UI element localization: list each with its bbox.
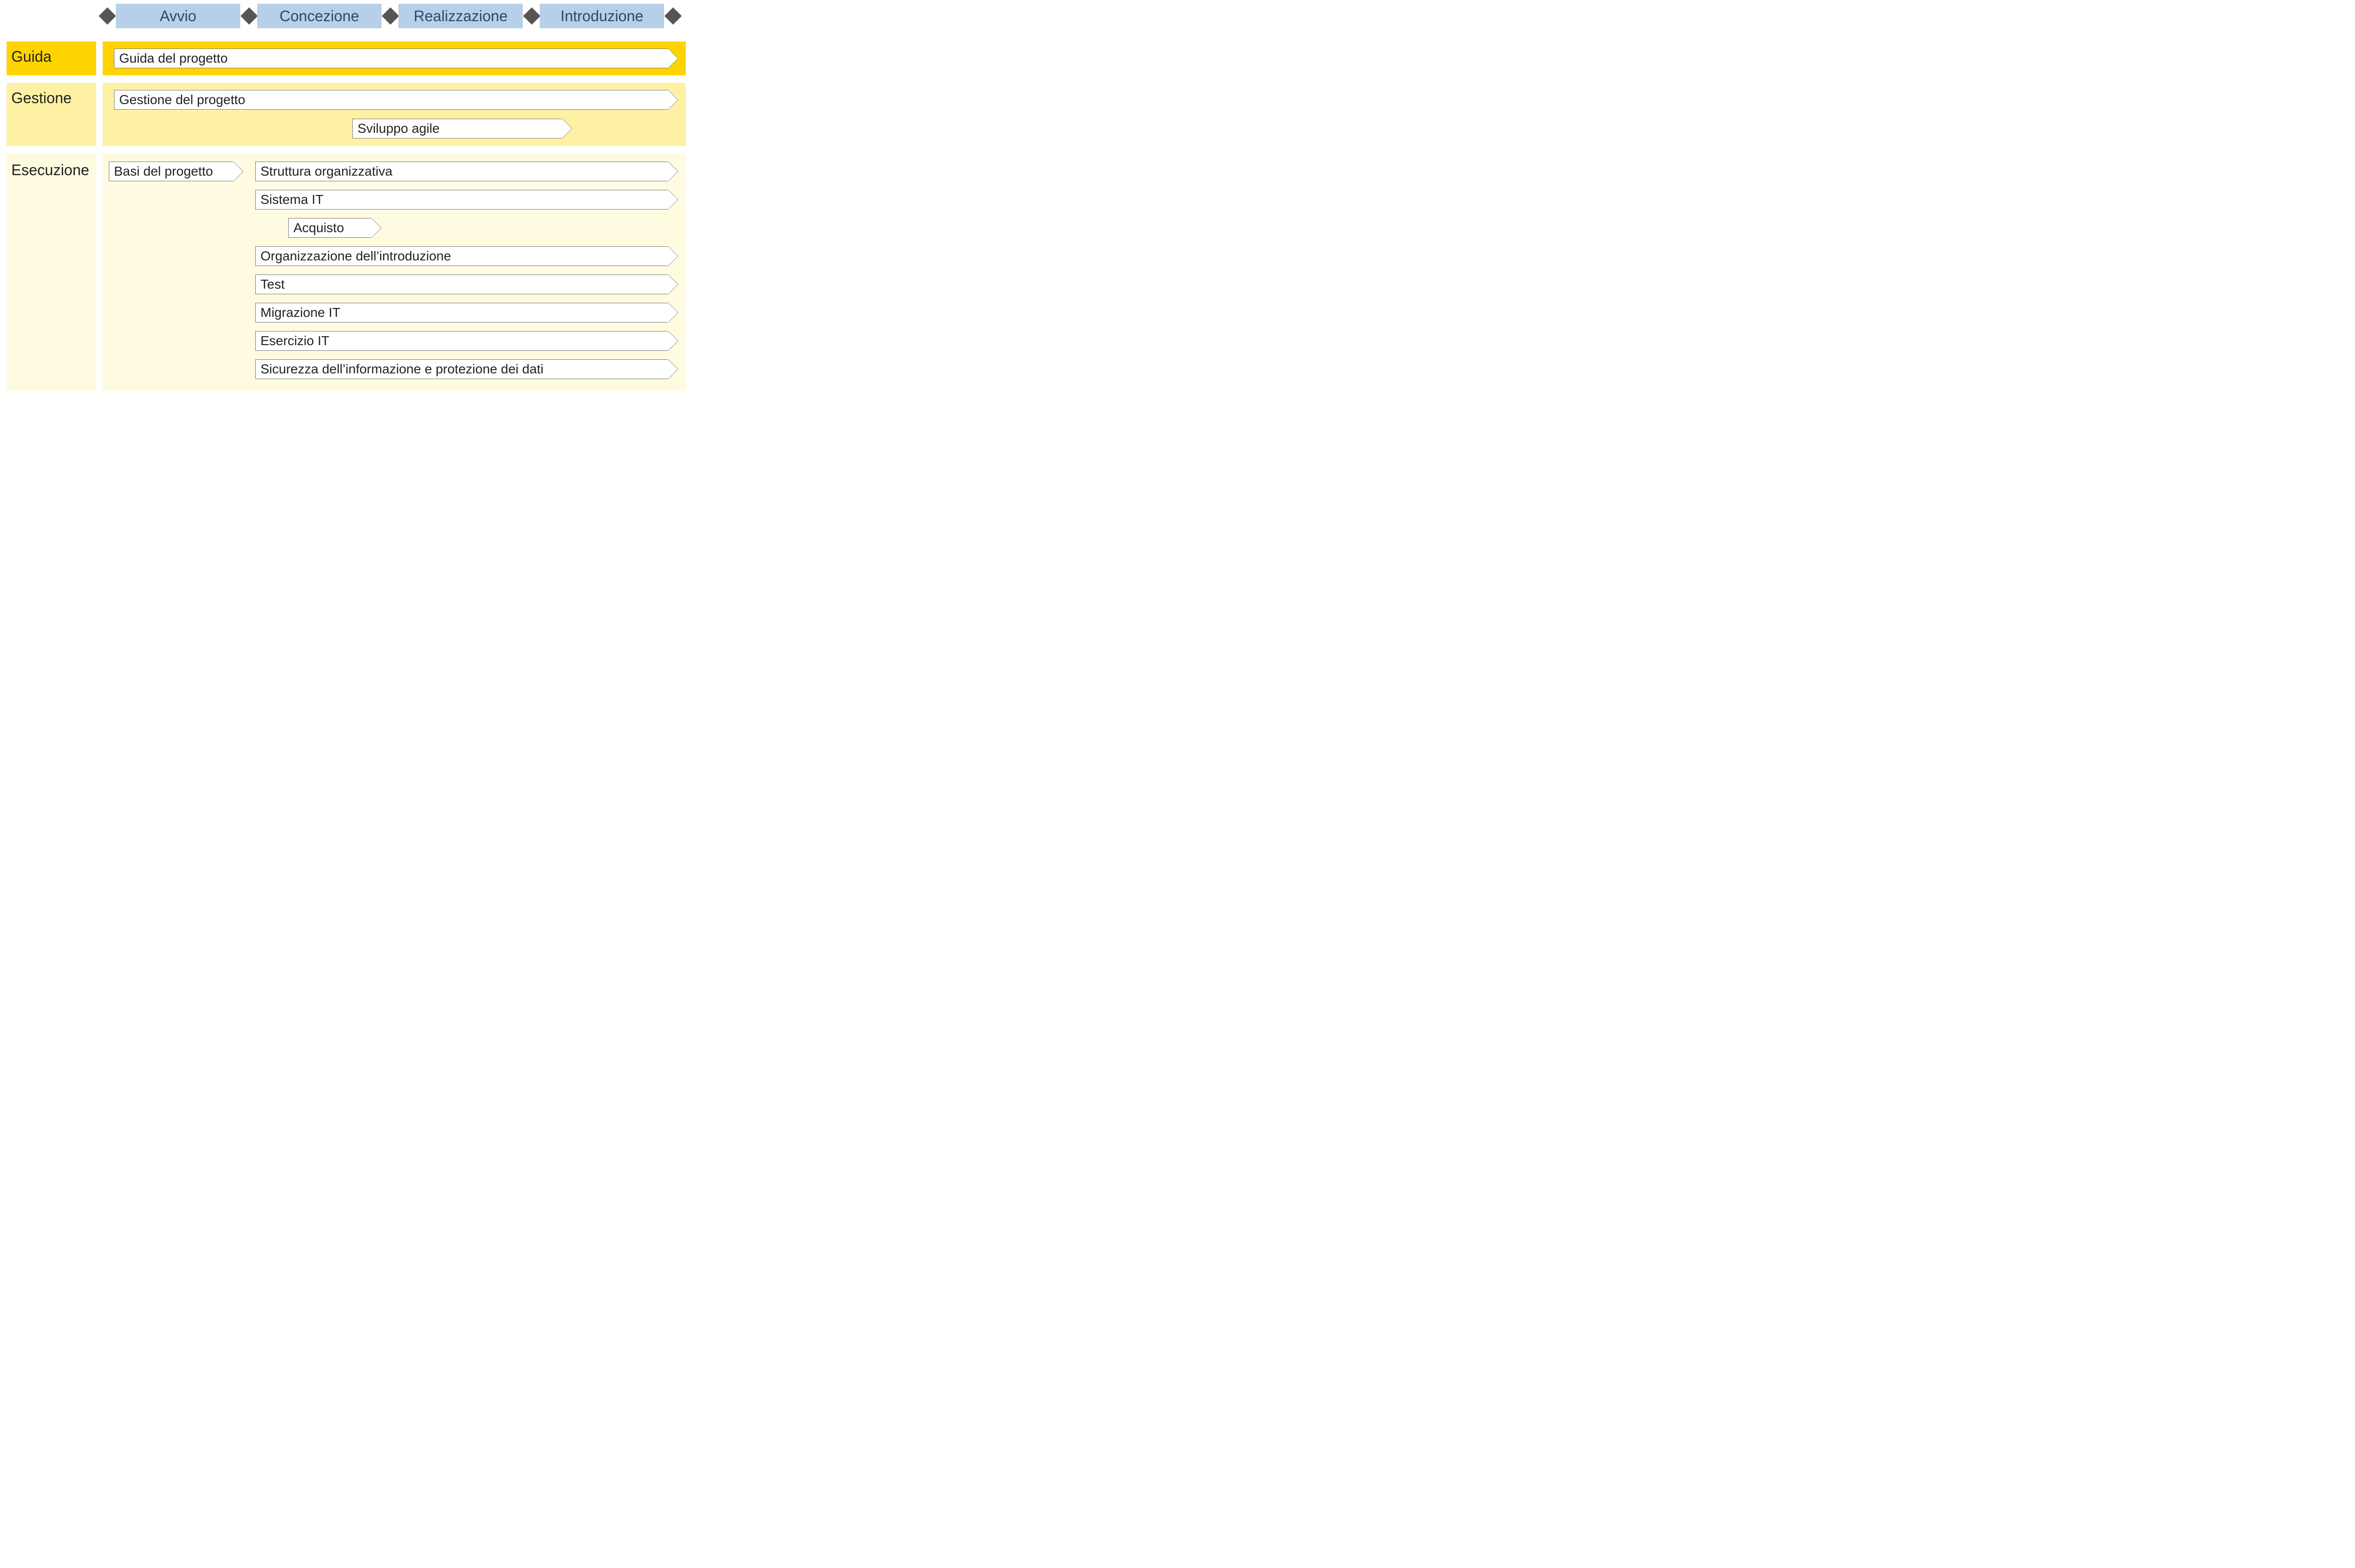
phase-introduzione: Introduzione (540, 4, 664, 28)
bar-struttura-organizzativa: Struttura organizzativa (255, 162, 668, 181)
phase-realizzazione: Realizzazione (398, 4, 523, 28)
phase-header: Avvio Concezione Realizzazione Introduzi… (0, 4, 692, 28)
milestone-diamond-icon (665, 8, 682, 25)
band-esecuzione-body (103, 154, 686, 391)
bar-sistema-it: Sistema IT (255, 190, 668, 210)
bar-gestione-del-progetto: Gestione del progetto (114, 90, 668, 110)
phase-avvio: Avvio (116, 4, 240, 28)
bar-basi-del-progetto: Basi del progetto (109, 162, 233, 181)
bar-sicurezza: Sicurezza dell’informazione e protezione… (255, 359, 668, 379)
bar-migrazione-it: Migrazione IT (255, 303, 668, 323)
bar-esercizio-it: Esercizio IT (255, 331, 668, 351)
diagram-canvas: Avvio Concezione Realizzazione Introduzi… (0, 0, 692, 392)
bar-test: Test (255, 275, 668, 294)
milestone-diamond-icon (382, 8, 399, 25)
milestone-diamond-icon (241, 8, 258, 25)
bar-organizzazione-introduzione: Organizzazione dell’introduzione (255, 246, 668, 266)
row-label-gestione: Gestione (7, 89, 96, 107)
bar-guida-del-progetto: Guida del progetto (114, 48, 668, 68)
phase-concezione: Concezione (257, 4, 382, 28)
row-label-esecuzione: Esecuzione (7, 162, 96, 179)
bar-acquisto: Acquisto (288, 218, 371, 238)
row-label-guida: Guida (7, 48, 96, 65)
bar-sviluppo-agile: Sviluppo agile (352, 119, 562, 138)
band-esecuzione-label (7, 154, 96, 391)
milestone-diamond-icon (99, 8, 116, 25)
milestone-diamond-icon (523, 8, 541, 25)
